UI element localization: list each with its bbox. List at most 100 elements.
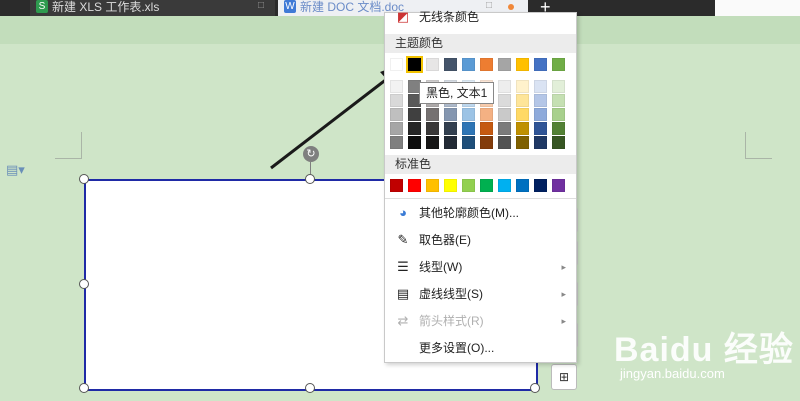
resize-handle[interactable] (79, 279, 89, 289)
theme-shade-swatch[interactable] (390, 136, 403, 149)
theme-shade-swatch[interactable] (444, 136, 457, 149)
outline-color-menu: ◩ 无线条颜色 主题颜色 标准色 ◕ 其他轮廓颜色(M)... ✎ 取色器(E) ☰ 线型… (384, 9, 577, 363)
menu-separator (385, 198, 576, 199)
standard-color-swatch[interactable] (516, 179, 529, 192)
layout-options-icon[interactable]: ⊞ (551, 364, 577, 390)
theme-shade-swatch[interactable] (480, 108, 493, 121)
standard-color-swatch[interactable] (552, 179, 565, 192)
tab-xls-label: 新建 XLS 工作表.xls (52, 0, 160, 14)
menu-item-label: 虚线线型(S) (419, 287, 483, 301)
theme-shade-swatch[interactable] (552, 122, 565, 135)
submenu-arrow-icon: ▸ (561, 316, 566, 326)
theme-shade-swatch[interactable] (552, 80, 565, 93)
theme-color-swatch[interactable] (390, 58, 403, 71)
standard-color-swatch[interactable] (498, 179, 511, 192)
theme-shade-swatch[interactable] (498, 94, 511, 107)
theme-shade-swatch[interactable] (390, 80, 403, 93)
dash-type-icon: ▤ (396, 286, 410, 301)
menu-item[interactable]: ◕ 其他轮廓颜色(M)... (385, 200, 576, 226)
standard-color-swatch[interactable] (444, 179, 457, 192)
theme-shade-swatch[interactable] (408, 122, 421, 135)
theme-shade-swatch[interactable] (426, 108, 439, 121)
menu-item[interactable]: ☰ 线型(W) ▸ (385, 254, 576, 280)
theme-color-swatch[interactable] (462, 58, 475, 71)
theme-shade-swatch[interactable] (534, 94, 547, 107)
resize-handle[interactable] (79, 174, 89, 184)
theme-shade-swatch[interactable] (534, 108, 547, 121)
title-bar-blank (715, 0, 800, 16)
standard-colors-heading: 标准色 (385, 155, 576, 174)
theme-shade-swatch[interactable] (390, 108, 403, 121)
theme-colors-heading: 主题颜色 (385, 34, 576, 53)
tab-xls[interactable]: S 新建 XLS 工作表.xls (30, 0, 275, 16)
theme-shade-swatch[interactable] (390, 122, 403, 135)
standard-color-swatch[interactable] (408, 179, 421, 192)
theme-color-swatch[interactable] (426, 58, 439, 71)
theme-shade-swatch[interactable] (552, 136, 565, 149)
theme-shade-swatch[interactable] (498, 80, 511, 93)
theme-shade-swatch[interactable] (444, 108, 457, 121)
line-weight-icon: ☰ (397, 259, 409, 274)
theme-shade-swatch[interactable] (516, 136, 529, 149)
theme-color-swatch[interactable] (552, 58, 565, 71)
theme-color-swatch[interactable] (480, 58, 493, 71)
document-icon: W (284, 0, 296, 13)
no-color-icon: ◩ (396, 9, 410, 24)
theme-shade-swatch[interactable] (426, 122, 439, 135)
theme-shade-swatch[interactable] (552, 108, 565, 121)
theme-color-swatch[interactable] (444, 58, 457, 71)
menu-item[interactable]: ▤ 虚线线型(S) ▸ (385, 281, 576, 307)
pin-icon[interactable]: □ (258, 0, 264, 11)
theme-color-swatch[interactable] (498, 58, 511, 71)
no-line-color-item[interactable]: ◩ 无线条颜色 (385, 7, 576, 27)
theme-shade-swatch[interactable] (390, 94, 403, 107)
theme-color-swatch[interactable] (516, 58, 529, 71)
baidu-watermark: Baidu 经验 jingyan.baidu.com (614, 322, 794, 382)
standard-color-swatch[interactable] (480, 179, 493, 192)
spreadsheet-icon: S (36, 0, 48, 13)
menu-item-label: 线型(W) (419, 260, 463, 274)
theme-shade-swatch[interactable] (516, 108, 529, 121)
resize-handle[interactable] (305, 174, 315, 184)
theme-shade-swatch[interactable] (426, 136, 439, 149)
resize-handle[interactable] (530, 383, 540, 393)
theme-shade-swatch[interactable] (462, 136, 475, 149)
theme-color-swatch[interactable] (406, 56, 423, 73)
theme-shade-swatch[interactable] (480, 122, 493, 135)
theme-shade-swatch[interactable] (552, 94, 565, 107)
theme-shade-swatch[interactable] (408, 136, 421, 149)
theme-shade-swatch[interactable] (480, 136, 493, 149)
menu-item-label: 其他轮廓颜色(M)... (419, 206, 519, 220)
standard-color-swatch[interactable] (462, 179, 475, 192)
standard-color-swatch[interactable] (534, 179, 547, 192)
theme-shade-swatch[interactable] (516, 80, 529, 93)
theme-shade-swatch[interactable] (444, 122, 457, 135)
color-wheel-icon: ◕ (399, 205, 407, 220)
resize-handle[interactable] (79, 383, 89, 393)
standard-color-swatch[interactable] (390, 179, 403, 192)
theme-shade-swatch[interactable] (516, 94, 529, 107)
menu-item-label: 取色器(E) (419, 233, 471, 247)
arrow-style-icon: ⇄ (397, 313, 409, 328)
theme-shade-swatch[interactable] (408, 108, 421, 121)
standard-color-swatch[interactable] (426, 179, 439, 192)
watermark-url: jingyan.baidu.com (620, 366, 725, 381)
resize-handle[interactable] (305, 383, 315, 393)
theme-shade-swatch[interactable] (462, 108, 475, 121)
menu-item: ⇄ 箭头样式(R) ▸ (385, 308, 576, 334)
theme-shade-swatch[interactable] (498, 136, 511, 149)
menu-item[interactable]: 更多设置(O)... (385, 335, 576, 361)
theme-shade-swatch[interactable] (498, 108, 511, 121)
theme-shade-swatch[interactable] (534, 122, 547, 135)
theme-shade-swatch[interactable] (462, 122, 475, 135)
color-tooltip: 黑色, 文本1 (419, 82, 495, 104)
menu-item[interactable]: ✎ 取色器(E) (385, 227, 576, 253)
theme-shade-swatch[interactable] (516, 122, 529, 135)
margin-corner-right (745, 132, 772, 159)
theme-shade-swatch[interactable] (534, 136, 547, 149)
theme-shade-swatch[interactable] (534, 80, 547, 93)
theme-shade-swatch[interactable] (498, 122, 511, 135)
rotate-handle-icon[interactable]: ↻ (303, 146, 319, 162)
theme-color-swatch[interactable] (534, 58, 547, 71)
paragraph-marker-icon[interactable]: ▤▾ (6, 162, 25, 178)
